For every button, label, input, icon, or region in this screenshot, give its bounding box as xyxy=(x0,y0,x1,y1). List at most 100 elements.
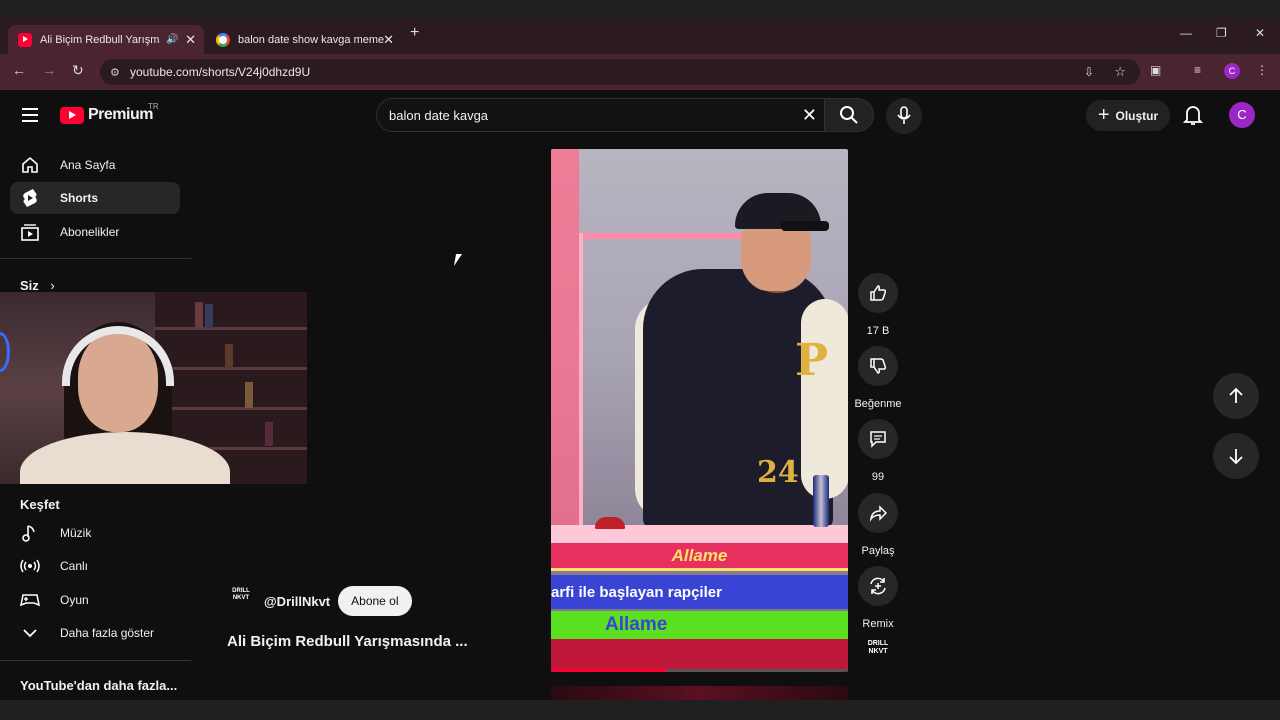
dislike-button[interactable] xyxy=(858,346,898,386)
youtube-favicon-icon xyxy=(18,32,32,47)
close-tab-icon[interactable]: ✕ xyxy=(185,32,196,48)
subscriptions-icon xyxy=(20,222,40,242)
new-tab-icon[interactable]: + xyxy=(410,24,419,42)
tab-title: balon date show kavga meme xyxy=(238,33,385,46)
comment-action[interactable]: 99 xyxy=(858,419,898,483)
remix-action[interactable]: Remix xyxy=(858,566,898,630)
url-text: youtube.com/shorts/V24j0dhzd9U xyxy=(130,65,311,79)
forward-icon[interactable]: → xyxy=(42,62,56,78)
video-progress-fill xyxy=(551,669,667,672)
reload-icon[interactable]: ↻ xyxy=(72,62,84,79)
side-panel-icon[interactable]: ▣ xyxy=(1150,63,1161,77)
sidebar-show-more[interactable]: Daha fazla göster xyxy=(10,617,180,649)
create-label: Oluştur xyxy=(1115,108,1159,123)
music-icon xyxy=(20,523,40,543)
tab-active[interactable]: Ali Biçim Redbull Yarışmasın 🔊 ✕ xyxy=(8,25,204,54)
bell-icon xyxy=(1183,106,1203,125)
thumbs-up-icon xyxy=(870,285,887,301)
sidebar-divider xyxy=(0,660,191,661)
sidebar-item-label: Ana Sayfa xyxy=(60,158,116,172)
shorts-video-player[interactable]: P 24 Allame arfi ile başlayan rapçiler A… xyxy=(551,149,848,672)
previous-short-button[interactable] xyxy=(1213,373,1259,419)
share-button[interactable] xyxy=(858,493,898,533)
browser-profile-avatar[interactable]: C xyxy=(1224,63,1240,79)
logo-text: Premium xyxy=(88,106,153,123)
tab-inactive[interactable]: balon date show kavga meme ✕ xyxy=(206,25,402,54)
channel-logo[interactable]: DRILL NKVT xyxy=(228,588,254,614)
video-progress-bar[interactable] xyxy=(551,669,848,672)
sidebar-item-shorts[interactable]: Shorts xyxy=(10,182,180,214)
next-short-preview[interactable] xyxy=(551,686,848,700)
window-close-icon[interactable]: ✕ xyxy=(1255,26,1265,40)
restore-icon[interactable]: ❐ xyxy=(1216,26,1227,40)
sidebar-item-home[interactable]: Ana Sayfa xyxy=(10,149,180,181)
sidebar-item-live[interactable]: Canlı xyxy=(10,550,180,582)
clear-search-icon[interactable]: ✕ xyxy=(802,105,817,126)
channel-avatar-small[interactable]: DRILL NKVT xyxy=(862,640,894,672)
site-info-icon[interactable]: ⚙ xyxy=(110,66,120,79)
dislike-label: Beğenme xyxy=(854,398,902,410)
bookmark-star-icon[interactable]: ☆ xyxy=(1114,64,1126,80)
sidebar-you-link[interactable]: Siz › xyxy=(20,278,55,293)
os-top-bar xyxy=(0,0,1280,18)
next-short-button[interactable] xyxy=(1213,433,1259,479)
channel-bar: DRILL NKVT @DrillNkvt Abone ol xyxy=(228,586,412,616)
google-favicon-icon xyxy=(216,32,230,47)
voice-search-button[interactable] xyxy=(886,98,922,134)
share-action[interactable]: Paylaş xyxy=(858,493,898,557)
install-app-icon[interactable]: ⇩ xyxy=(1084,65,1094,79)
caption-top: Allame xyxy=(551,543,848,571)
account-avatar[interactable]: C xyxy=(1229,102,1255,128)
jacket-letter-graphic: P xyxy=(795,335,829,386)
comment-button[interactable] xyxy=(858,419,898,459)
os-bottom-bar xyxy=(0,700,1280,720)
back-icon[interactable]: ← xyxy=(12,62,26,78)
plus-icon: + xyxy=(1097,104,1110,126)
remix-label: Remix xyxy=(862,618,894,630)
explore-title: Keşfet xyxy=(20,497,60,512)
remix-button[interactable] xyxy=(858,566,898,606)
minimize-icon[interactable]: — xyxy=(1180,26,1192,40)
search-icon xyxy=(840,106,858,124)
sidebar-item-music[interactable]: Müzik xyxy=(10,517,180,549)
live-icon xyxy=(20,556,40,576)
share-label: Paylaş xyxy=(861,545,895,557)
chevron-down-icon xyxy=(20,623,40,643)
subscribe-button[interactable]: Abone ol xyxy=(338,586,412,616)
like-button[interactable] xyxy=(858,273,898,313)
address-bar[interactable]: ⚙ youtube.com/shorts/V24j0dhzd9U ⇩ ☆ xyxy=(100,59,1140,85)
comment-count: 99 xyxy=(871,471,885,483)
like-action[interactable]: 17 B xyxy=(858,273,898,337)
buzzer xyxy=(595,517,625,529)
close-tab-icon[interactable]: ✕ xyxy=(383,32,394,48)
dislike-action[interactable]: Beğenme xyxy=(854,346,902,410)
channel-handle[interactable]: @DrillNkvt xyxy=(264,594,330,609)
drink-can xyxy=(813,475,829,527)
arrow-up-icon xyxy=(1229,387,1243,403)
caption-middle: arfi ile başlayan rapçiler xyxy=(551,575,848,609)
caption-bottom: Allame xyxy=(551,611,848,639)
search-input[interactable]: balon date kavga ✕ xyxy=(376,98,832,132)
search-button[interactable] xyxy=(824,98,874,132)
browser-menu-icon[interactable]: ⋮ xyxy=(1256,63,1268,77)
create-button[interactable]: + Oluştur xyxy=(1086,100,1170,131)
webcam-overlay xyxy=(0,292,307,484)
sidebar-item-gaming[interactable]: Oyun xyxy=(10,584,180,616)
menu-icon[interactable] xyxy=(22,108,38,122)
sidebar-item-label: Oyun xyxy=(60,593,89,607)
gaming-icon xyxy=(20,590,40,610)
sidebar-item-subscriptions[interactable]: Abonelikler xyxy=(10,216,180,248)
remix-icon xyxy=(870,577,886,595)
comment-icon xyxy=(870,431,886,448)
shorts-icon xyxy=(20,188,40,208)
media-control-icon[interactable]: ≡ xyxy=(1194,63,1201,77)
microphone-icon xyxy=(897,106,911,124)
video-title[interactable]: Ali Biçim Redbull Yarışmasında ... xyxy=(227,633,468,650)
notifications-button[interactable] xyxy=(1183,104,1203,126)
speaker-icon[interactable]: 🔊 xyxy=(166,34,178,45)
sidebar-divider xyxy=(0,258,191,259)
jacket-number-graphic: 24 xyxy=(757,455,799,490)
you-label: Siz xyxy=(20,278,39,293)
youtube-premium-logo[interactable]: Premium TR xyxy=(60,102,159,124)
chevron-right-icon: › xyxy=(50,278,55,293)
